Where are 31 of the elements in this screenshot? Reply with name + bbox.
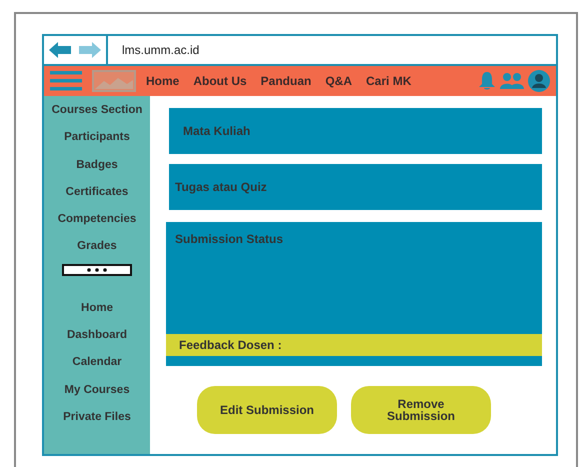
nav-link[interactable]: Panduan (260, 74, 312, 88)
sidebar-item[interactable]: Grades (77, 238, 117, 266)
action-button[interactable]: Edit Submission (197, 386, 337, 434)
url-field[interactable]: lms.umm.ac.id (108, 36, 556, 64)
sidebar-item[interactable]: Private Files (63, 408, 131, 436)
image-placeholder-icon (92, 70, 136, 92)
group-icon[interactable] (500, 72, 524, 90)
feedback-label: Feedback Dosen : (179, 338, 282, 352)
more-icon[interactable] (62, 264, 132, 276)
nav-link[interactable]: Q&A (325, 74, 352, 88)
nav-link[interactable]: Home (146, 74, 180, 88)
user-avatar-icon[interactable] (528, 70, 550, 92)
sidebar-item[interactable]: Dashboard (66, 327, 128, 354)
sidebar-item[interactable]: My Courses (64, 382, 130, 409)
sidebar-item[interactable]: Home (81, 300, 113, 328)
sidebar-item[interactable]: Courses Section (52, 102, 142, 130)
submission-status-title: Submission Status (174, 231, 284, 246)
nav-link[interactable]: Cari MK (366, 74, 412, 88)
nav-link[interactable]: About Us (193, 74, 247, 88)
sidebar-item[interactable]: Certificates (66, 184, 128, 212)
sidebar-item[interactable]: Competencies (58, 211, 136, 238)
back-arrow-icon[interactable] (49, 42, 73, 58)
sidebar-item[interactable]: Participants (64, 129, 130, 157)
action-button[interactable]: Remove Submission (351, 386, 491, 434)
course-title: Mata Kuliah (183, 124, 250, 138)
sidebar-item[interactable]: Calendar (72, 354, 122, 382)
bell-icon[interactable] (478, 71, 496, 91)
sidebar-item[interactable]: Badges (76, 156, 118, 184)
menu-icon[interactable] (50, 71, 82, 91)
forward-arrow-icon[interactable] (77, 42, 101, 58)
assignment-title: Tugas atau Quiz (175, 180, 267, 194)
